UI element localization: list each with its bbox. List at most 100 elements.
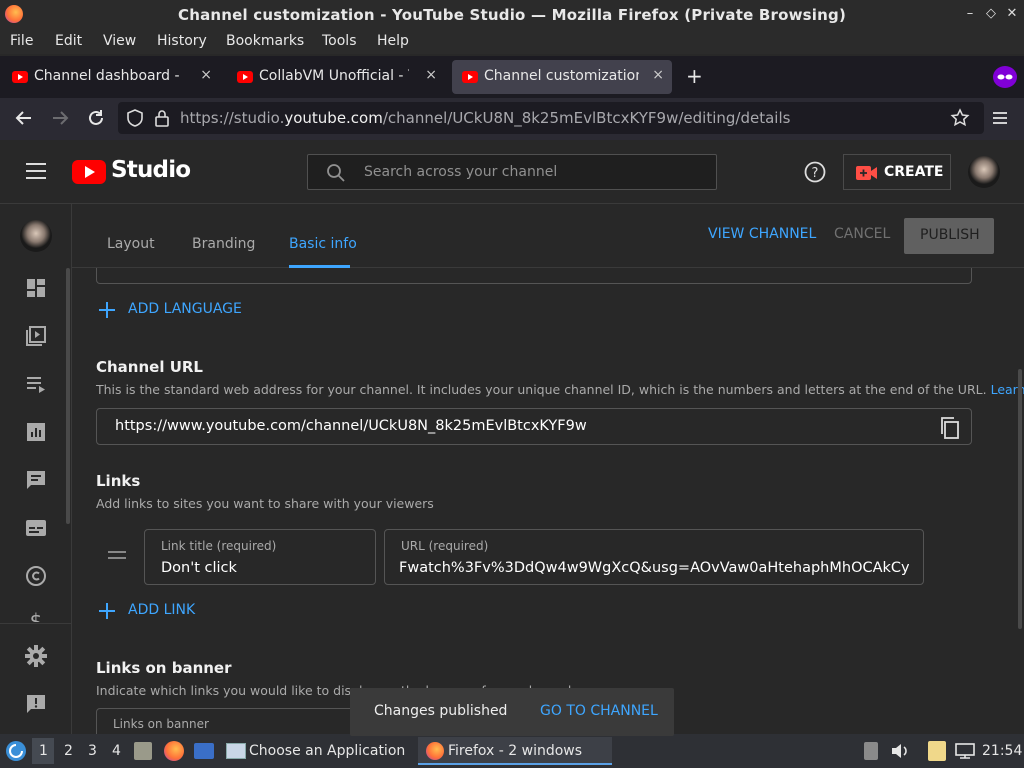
workspace-1[interactable]: 1 xyxy=(39,743,48,759)
file-manager-icon[interactable] xyxy=(134,742,152,760)
playlists-icon[interactable] xyxy=(24,372,48,396)
channel-avatar[interactable] xyxy=(20,220,52,252)
snackbar-toast: Changes published GO TO CHANNEL xyxy=(350,688,674,736)
tab-branding[interactable]: Branding xyxy=(192,236,255,252)
publish-button[interactable]: PUBLISH xyxy=(904,218,994,254)
link-title-value: Don't click xyxy=(161,560,237,576)
bookmark-star-icon[interactable] xyxy=(950,108,970,128)
add-link-button[interactable]: ADD LINK xyxy=(128,602,195,618)
add-language-plus-icon[interactable] xyxy=(98,301,116,319)
drag-handle-icon[interactable] xyxy=(108,550,126,560)
earn-icon[interactable]: $ xyxy=(24,608,48,622)
copy-icon[interactable] xyxy=(939,416,961,440)
channel-url-title: Channel URL xyxy=(96,358,203,376)
tab-basic-info[interactable]: Basic info xyxy=(289,236,357,252)
search-box[interactable]: Search across your channel xyxy=(307,154,717,190)
add-link-plus-icon[interactable] xyxy=(98,602,116,620)
rail-scrollbar[interactable] xyxy=(66,268,70,524)
desktop-taskbar: 1 2 3 4 Choose an Application Firefox - … xyxy=(0,734,1024,768)
guide-menu-icon[interactable] xyxy=(26,162,46,180)
new-tab-button[interactable]: + xyxy=(686,64,703,88)
minimize-button[interactable]: – xyxy=(962,6,978,22)
dashboard-icon[interactable] xyxy=(24,276,48,300)
create-button[interactable]: CREATE xyxy=(843,154,951,190)
create-video-icon xyxy=(856,165,878,181)
youtube-logo-icon[interactable] xyxy=(72,160,106,184)
account-avatar[interactable] xyxy=(968,156,1000,188)
app-window-icon xyxy=(226,743,246,759)
menu-edit[interactable]: Edit xyxy=(55,33,82,49)
private-browsing-icon xyxy=(993,66,1017,88)
menu-bookmarks[interactable]: Bookmarks xyxy=(226,33,304,49)
toast-message: Changes published xyxy=(374,703,508,719)
analytics-icon[interactable] xyxy=(24,420,48,444)
copyright-icon[interactable] xyxy=(24,564,48,588)
workspace-3[interactable]: 3 xyxy=(88,743,97,759)
hamburger-menu-icon[interactable] xyxy=(992,110,1008,126)
content-scrollbar[interactable] xyxy=(1018,369,1022,629)
view-channel-button[interactable]: VIEW CHANNEL xyxy=(708,226,816,242)
window-titlebar: Channel customization - YouTube Studio —… xyxy=(0,0,1024,30)
tab-close-icon[interactable]: × xyxy=(200,67,212,83)
tab-close-icon[interactable]: × xyxy=(652,67,664,83)
content-icon[interactable] xyxy=(24,324,48,348)
browser-tab-bar: Channel dashboard - You × CollabVM Unoff… xyxy=(0,56,1024,98)
main-content: Layout Branding Basic info VIEW CHANNEL … xyxy=(72,204,1024,734)
menu-help[interactable]: Help xyxy=(377,33,409,49)
volume-icon[interactable] xyxy=(890,742,910,760)
tab-close-icon[interactable]: × xyxy=(425,67,437,83)
links-on-banner-title: Links on banner xyxy=(96,659,232,677)
feedback-icon[interactable] xyxy=(24,692,48,716)
go-to-channel-button[interactable]: GO TO CHANNEL xyxy=(540,703,658,719)
reload-icon[interactable] xyxy=(86,108,106,128)
taskbar-choose-application[interactable]: Choose an Application xyxy=(249,743,405,759)
forward-arrow-icon[interactable] xyxy=(50,108,70,128)
firefox-launcher-icon[interactable] xyxy=(164,741,184,761)
start-menu-icon[interactable] xyxy=(6,741,26,761)
svg-text:?: ? xyxy=(812,166,819,181)
menu-file[interactable]: File xyxy=(10,33,33,49)
link-url-field[interactable]: URL (required) Fwatch%3Fv%3DdQw4w9WgXcQ&… xyxy=(384,529,924,585)
taskbar-firefox-label: Firefox - 2 windows xyxy=(448,743,583,759)
tab-layout[interactable]: Layout xyxy=(107,236,155,252)
comments-icon[interactable] xyxy=(24,468,48,492)
links-description: Add links to sites you want to share wit… xyxy=(96,496,434,511)
tab-collabvm[interactable]: CollabVM Unofficial - You × xyxy=(227,60,445,94)
workspace-4[interactable]: 4 xyxy=(112,743,121,759)
left-rail: $ xyxy=(0,204,72,734)
link-title-label: Link title (required) xyxy=(161,539,277,553)
tab-channel-dashboard[interactable]: Channel dashboard - You × xyxy=(2,60,220,94)
settings-gear-icon[interactable] xyxy=(24,644,48,668)
channel-url-description-text: This is the standard web address for you… xyxy=(96,382,987,397)
menu-tools[interactable]: Tools xyxy=(322,33,357,49)
network-icon[interactable] xyxy=(954,742,976,760)
maximize-button[interactable]: ◇ xyxy=(983,6,999,22)
desktop-icon[interactable] xyxy=(194,743,214,759)
link-title-field[interactable]: Link title (required) Don't click xyxy=(144,529,376,585)
studio-header: Studio Search across your channel ? CREA… xyxy=(0,140,1024,204)
url-text: https://studio.youtube.com/channel/UCkU8… xyxy=(180,109,790,127)
add-language-button[interactable]: ADD LANGUAGE xyxy=(128,301,242,317)
cancel-button[interactable]: CANCEL xyxy=(834,226,890,242)
tab-channel-customization[interactable]: Channel customization - × xyxy=(452,60,672,94)
lock-icon[interactable] xyxy=(154,109,170,127)
menu-view[interactable]: View xyxy=(103,33,136,49)
url-bar[interactable]: https://studio.youtube.com/channel/UCkU8… xyxy=(118,102,984,134)
close-window-button[interactable]: ✕ xyxy=(1004,6,1020,22)
subtitles-icon[interactable] xyxy=(24,516,48,540)
url-prefix: https://studio. xyxy=(180,109,285,127)
channel-url-field[interactable]: https://www.youtube.com/channel/UCkU8N_8… xyxy=(96,408,972,445)
help-icon[interactable]: ? xyxy=(804,161,826,183)
create-label: CREATE xyxy=(884,164,944,180)
youtube-favicon-icon xyxy=(462,71,478,83)
clipboard-tray-icon[interactable] xyxy=(864,742,878,760)
youtube-favicon-icon xyxy=(237,71,253,83)
workspace-2[interactable]: 2 xyxy=(64,743,73,759)
links-title: Links xyxy=(96,472,141,490)
publish-label: PUBLISH xyxy=(920,227,980,243)
shield-icon[interactable] xyxy=(126,109,144,127)
menu-history[interactable]: History xyxy=(157,33,207,49)
notes-tray-icon[interactable] xyxy=(928,741,946,761)
back-arrow-icon[interactable] xyxy=(14,108,34,128)
navigation-bar: https://studio.youtube.com/channel/UCkU8… xyxy=(0,98,1024,140)
